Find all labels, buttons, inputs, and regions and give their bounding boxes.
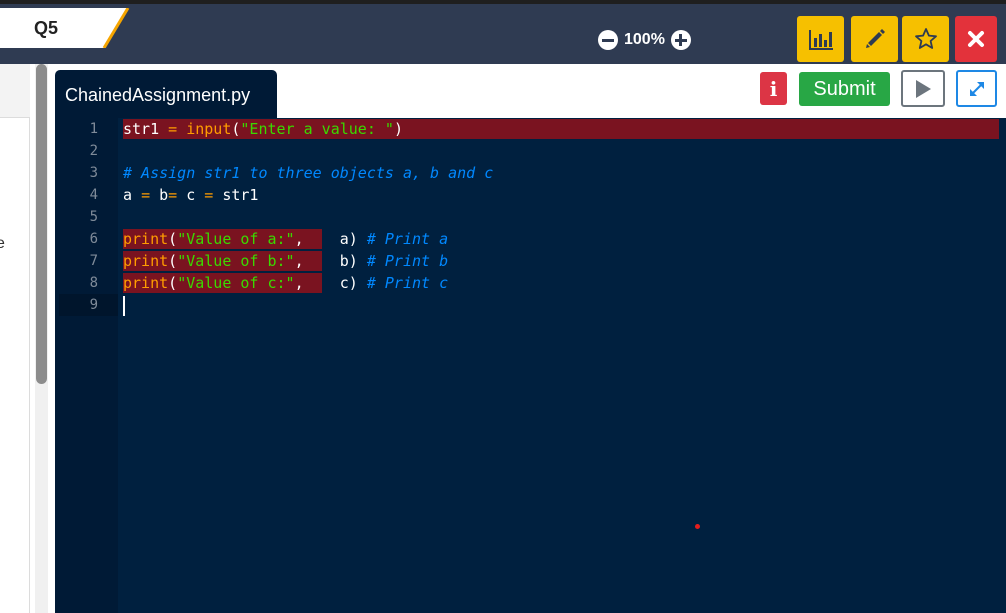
line-number: 4 xyxy=(89,187,98,203)
token: = xyxy=(204,186,214,204)
line-number: 3 xyxy=(89,165,98,181)
token: c xyxy=(177,186,205,204)
question-tab[interactable]: Q5 xyxy=(0,8,132,48)
code-line-8: print("Value of c:", c) # Print c xyxy=(123,272,448,294)
zoom-out-icon[interactable] xyxy=(598,30,618,50)
info-icon: i xyxy=(769,76,778,101)
scrollbar-thumb[interactable] xyxy=(36,64,47,384)
token: ( xyxy=(168,252,178,270)
token: print xyxy=(123,252,169,270)
question-text-fragment: e xyxy=(0,235,5,252)
line-number: 6 xyxy=(89,231,98,247)
zoom-level: 100% xyxy=(624,31,665,48)
line-number: 5 xyxy=(89,209,98,225)
token: = xyxy=(168,186,178,204)
token: , a) xyxy=(294,230,367,248)
question-panel-divider xyxy=(29,118,30,613)
text-cursor xyxy=(123,296,125,316)
zoom-control: 100% xyxy=(598,28,691,52)
token: ( xyxy=(168,230,178,248)
pencil-icon xyxy=(865,29,885,48)
token: "Value of c:" xyxy=(177,274,295,292)
pointer-dot xyxy=(695,524,700,529)
code-line-7: print("Value of b:", b) # Print b xyxy=(123,250,448,272)
play-icon xyxy=(916,79,931,98)
line-number: 8 xyxy=(89,275,98,291)
token: , b) xyxy=(294,252,367,270)
code-editor-panel: ChainedAssignment.py i Submit 1 2 3 4 5 … xyxy=(55,64,1006,613)
line-number: 9 xyxy=(89,297,98,313)
token: print xyxy=(123,230,169,248)
bar-chart-icon xyxy=(808,30,833,50)
token: # Print a xyxy=(366,230,449,248)
info-button[interactable]: i xyxy=(760,72,787,105)
star-icon xyxy=(914,28,937,49)
question-label: Q5 xyxy=(33,18,58,38)
expand-button[interactable] xyxy=(956,70,997,107)
token: = xyxy=(141,186,151,204)
line-number: 1 xyxy=(89,121,98,137)
code-area[interactable]: 1 2 3 4 5 6 7 8 9 str1 = input("Enter a … xyxy=(55,118,1006,613)
token: str1 xyxy=(213,186,259,204)
favorite-button[interactable] xyxy=(902,16,949,62)
line-number: 7 xyxy=(89,253,98,269)
file-name: ChainedAssignment.py xyxy=(65,85,251,105)
line-number-gutter: 1 2 3 4 5 6 7 8 9 xyxy=(55,118,118,613)
token: , c) xyxy=(294,274,367,292)
expand-icon xyxy=(969,81,984,96)
line-number: 2 xyxy=(89,143,98,159)
file-tab[interactable]: ChainedAssignment.py xyxy=(55,70,277,118)
token: "Enter a value: " xyxy=(240,120,394,138)
code-line-6: print("Value of a:", a) # Print a xyxy=(123,228,448,250)
edit-button[interactable] xyxy=(851,16,898,62)
token: # Print b xyxy=(366,252,449,270)
zoom-in-icon[interactable] xyxy=(670,30,691,50)
question-panel-header: ‹ xyxy=(0,64,30,118)
top-bar: Q5 100% xyxy=(0,0,1006,64)
token: str1 xyxy=(123,120,160,138)
token: # Print c xyxy=(366,274,449,292)
code-line-1: str1 = input("Enter a value: ") xyxy=(123,118,403,140)
token: input xyxy=(186,120,232,138)
token: ) xyxy=(393,120,403,138)
token: = xyxy=(159,120,187,138)
token: print xyxy=(123,274,169,292)
token: b xyxy=(150,186,169,204)
close-button[interactable] xyxy=(955,16,997,62)
submit-button[interactable]: Submit xyxy=(799,72,890,106)
close-icon xyxy=(968,31,984,47)
run-button[interactable] xyxy=(901,70,945,107)
stats-button[interactable] xyxy=(797,16,844,62)
token: a xyxy=(123,186,142,204)
token: "Value of a:" xyxy=(177,230,295,248)
token: ( xyxy=(168,274,178,292)
question-panel: ‹ e xyxy=(0,64,50,613)
token: "Value of b:" xyxy=(177,252,295,270)
code-line-4: a = b= c = str1 xyxy=(123,184,258,206)
question-panel-scrollbar[interactable] xyxy=(35,64,48,613)
code-line-3: # Assign str1 to three objects a, b and … xyxy=(123,164,494,182)
